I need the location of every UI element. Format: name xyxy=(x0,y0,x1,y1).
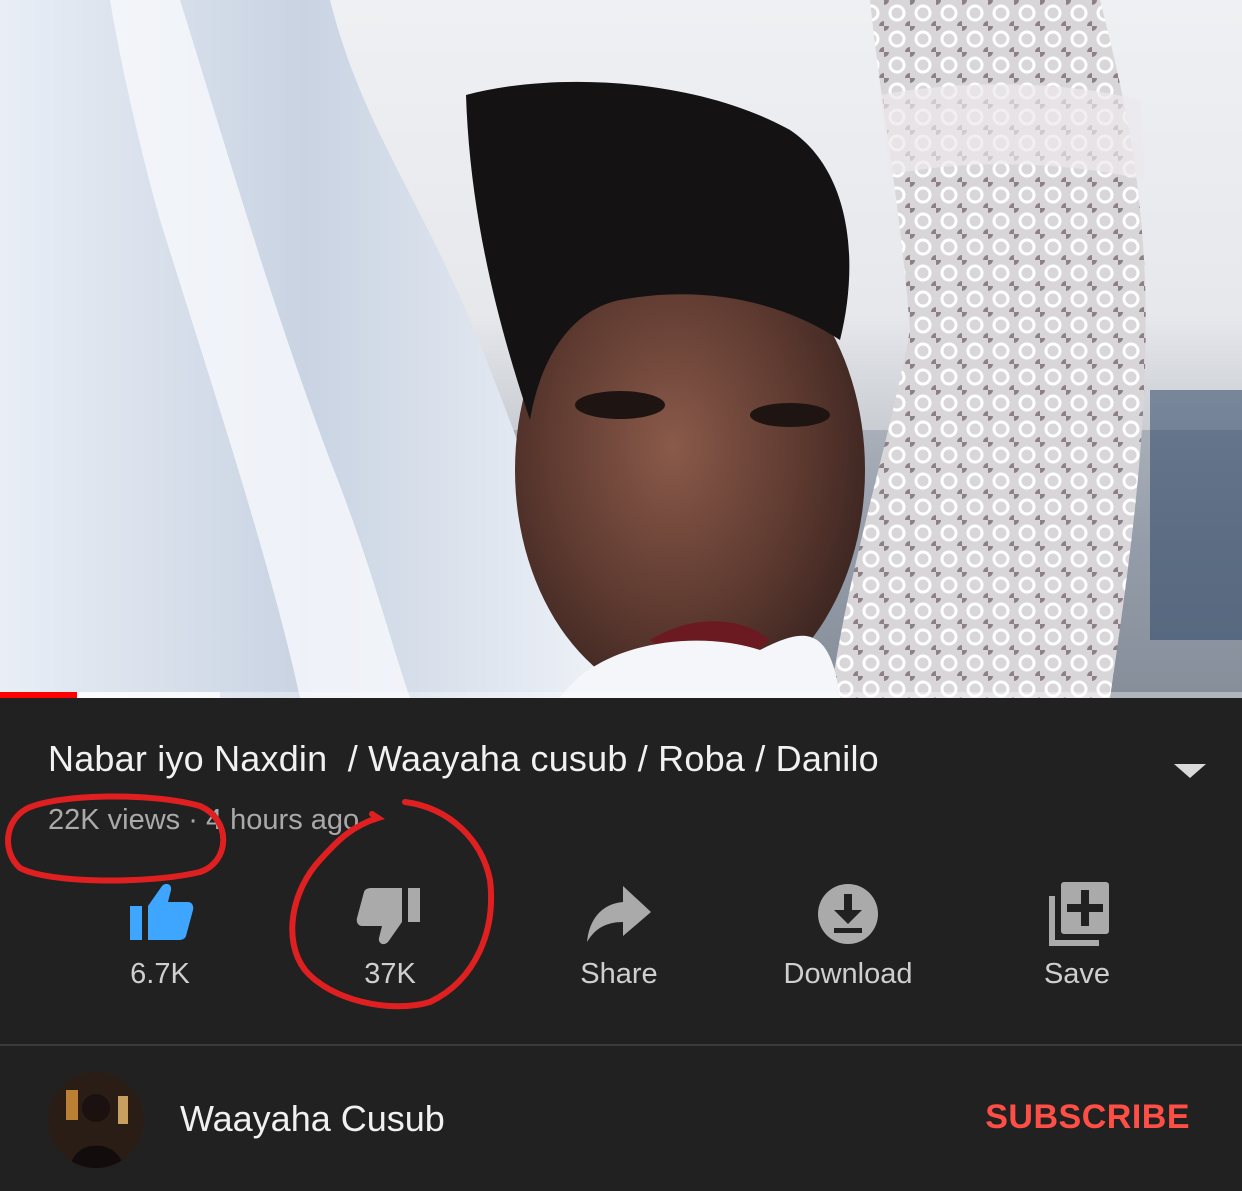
thumbs-up-icon xyxy=(130,883,194,940)
share-arrow-icon xyxy=(587,886,651,942)
video-frame xyxy=(0,0,1242,698)
dislike-count: 37K xyxy=(364,958,416,990)
like-count: 6.7K xyxy=(130,958,190,990)
video-info: Nabar iyo Naxdin / Waayaha cusub / Roba … xyxy=(0,698,1242,1044)
thumbs-down-icon xyxy=(356,888,420,945)
meta-separator: · xyxy=(188,804,198,836)
download-icon xyxy=(818,884,878,944)
dislike-button[interactable]: 37K xyxy=(290,868,490,1008)
share-button[interactable]: Share xyxy=(519,868,719,1008)
save-label: Save xyxy=(1043,958,1111,990)
save-button[interactable]: Save xyxy=(977,868,1177,1008)
view-count: 22K views xyxy=(48,804,181,836)
subscribe-button[interactable]: SUBSCRIBE xyxy=(985,1098,1190,1137)
video-player[interactable] xyxy=(0,0,1242,698)
channel-row: Waayaha Cusub SUBSCRIBE xyxy=(0,1046,1242,1191)
download-label: Download xyxy=(783,958,913,990)
playlist-add-icon xyxy=(1049,882,1109,946)
video-title[interactable]: Nabar iyo Naxdin / Waayaha cusub / Roba … xyxy=(48,738,1148,780)
share-label: Share xyxy=(580,958,658,990)
action-bar: 6.7K 37K Share Download Save xyxy=(0,868,1242,1008)
download-button[interactable]: Download xyxy=(748,868,948,1008)
like-button[interactable]: 6.7K xyxy=(60,868,260,1008)
video-meta: 22K views · 4 hours ago xyxy=(48,804,359,837)
channel-avatar[interactable] xyxy=(48,1072,144,1168)
channel-name[interactable]: Waayaha Cusub xyxy=(180,1098,445,1140)
avatar-image xyxy=(48,1072,144,1168)
upload-age: 4 hours ago xyxy=(205,804,360,836)
expand-description-icon[interactable] xyxy=(1174,764,1206,778)
